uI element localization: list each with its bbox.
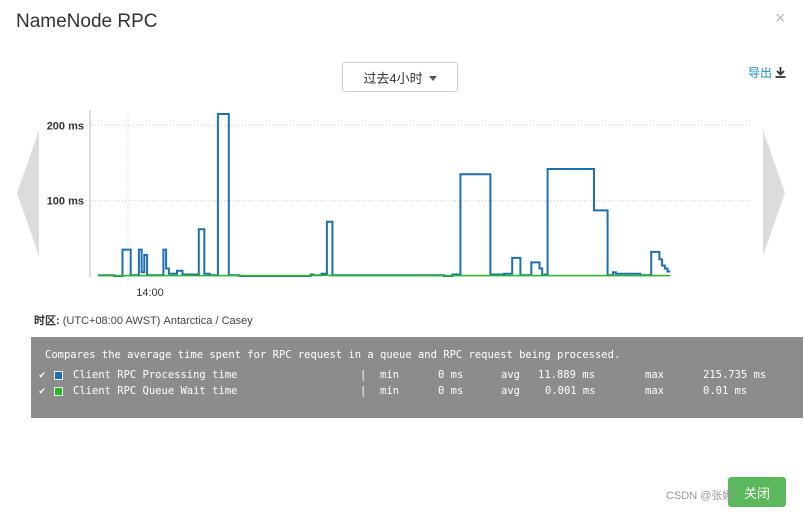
time-range-label: 过去4小时: [363, 68, 422, 87]
series-line-processing: [98, 114, 670, 276]
min-value: 0 ms: [438, 369, 463, 381]
separator: |: [360, 369, 366, 381]
legend-description: Compares the average time spent for RPC …: [45, 349, 789, 361]
avg-label: avg: [501, 369, 520, 381]
export-link[interactable]: 导出: [748, 64, 786, 81]
timezone-label: 时区:: [34, 315, 60, 327]
y-tick-label: 100 ms: [47, 196, 84, 208]
max-label: max: [645, 385, 664, 397]
checkmark-icon[interactable]: ✔: [39, 369, 45, 381]
y-tick-label: 200 ms: [47, 120, 84, 132]
rpc-time-chart: 100 ms 200 ms 14:00: [0, 100, 804, 305]
close-icon[interactable]: ×: [775, 8, 786, 29]
min-label: min: [380, 369, 399, 381]
legend-row-processing[interactable]: ✔ Client RPC Processing time | min 0 ms …: [45, 369, 789, 385]
watermark: CSDN @张娜: [666, 487, 733, 503]
series-swatch-processing: [54, 371, 63, 380]
timezone-value: (UTC+08:00 AWST) Antarctica / Casey: [63, 315, 253, 327]
max-label: max: [645, 369, 664, 381]
timezone-info: 时区: (UTC+08:00 AWST) Antarctica / Casey: [34, 312, 253, 328]
checkmark-icon[interactable]: ✔: [39, 385, 45, 397]
x-tick-label: 14:00: [136, 287, 164, 299]
avg-label: avg: [501, 385, 520, 397]
chart-legend: Compares the average time spent for RPC …: [31, 337, 803, 418]
download-icon: [775, 67, 786, 78]
avg-value: 11.889 ms: [538, 369, 595, 381]
legend-row-queue[interactable]: ✔ Client RPC Queue Wait time | min 0 ms …: [45, 385, 789, 401]
min-label: min: [380, 385, 399, 397]
caret-down-icon: [429, 76, 437, 81]
min-value: 0 ms: [438, 385, 463, 397]
series-swatch-queue: [54, 387, 63, 396]
max-value: 0.01 ms: [703, 385, 747, 397]
series-name: Client RPC Queue Wait time: [73, 385, 237, 397]
time-range-dropdown[interactable]: 过去4小时: [342, 62, 458, 92]
separator: |: [360, 385, 366, 397]
dialog-title: NameNode RPC: [16, 11, 158, 33]
avg-value: 0.001 ms: [545, 385, 596, 397]
max-value: 215.735 ms: [703, 369, 766, 381]
export-label: 导出: [748, 64, 772, 81]
close-button[interactable]: 关闭: [728, 477, 786, 507]
series-name: Client RPC Processing time: [73, 369, 237, 381]
